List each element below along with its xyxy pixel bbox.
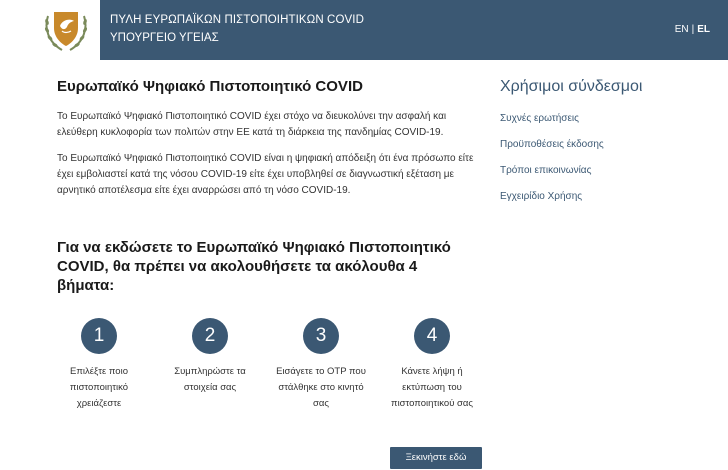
step-description: Εισάγετε το OTP που στάλθηκε στο κινητό … <box>276 366 366 409</box>
useful-links-title: Χρήσιμοι σύνδεσμοι <box>500 78 643 95</box>
step-number-badge: 4 <box>414 318 450 354</box>
language-en-link[interactable]: EN <box>675 24 689 35</box>
page-title: Ευρωπαϊκό Ψηφιακό Πιστοποιητικό COVID <box>57 78 363 95</box>
step-number-badge: 3 <box>303 318 339 354</box>
steps-heading: Για να εκδώσετε το Ευρωπαϊκό Ψηφιακό Πισ… <box>57 239 451 294</box>
cyprus-coat-of-arms-icon[interactable] <box>40 6 92 54</box>
sidebar-link-contact[interactable]: Τρόποι επικοινωνίας <box>500 165 591 176</box>
step-4: 4 Κάνετε λήψη ή εκτύπωση του πιστοποιητι… <box>387 318 477 412</box>
intro-paragraph-2: Το Ευρωπαϊκό Ψηφιακό Πιστοποιητικό COVID… <box>57 153 474 196</box>
step-2: 2 Συμπληρώστε τα στοιχεία σας <box>165 318 255 396</box>
ministry-name: ΥΠΟΥΡΓΕΙΟ ΥΓΕΙΑΣ <box>110 32 219 44</box>
step-1: 1 Επιλέξτε ποιο πιστοποιητικό χρειάζεστε <box>54 318 144 412</box>
sidebar-link-faq[interactable]: Συχνές ερωτήσεις <box>500 113 579 124</box>
step-3: 3 Εισάγετε το OTP που στάλθηκε στο κινητ… <box>276 318 366 412</box>
sidebar-link-requirements[interactable]: Προϋποθέσεις έκδοσης <box>500 139 604 150</box>
start-here-button[interactable]: Ξεκινήστε εδώ <box>390 447 482 469</box>
site-header: ΠΥΛΗ ΕΥΡΩΠΑΪΚΩΝ ΠΙΣΤΟΠΟΙΗΤΙΚΩΝ COVID ΥΠΟ… <box>0 0 728 60</box>
step-description: Συμπληρώστε τα στοιχεία σας <box>174 366 246 393</box>
intro-paragraph-1: Το Ευρωπαϊκό Ψηφιακό Πιστοποιητικό COVID… <box>57 111 447 138</box>
portal-title: ΠΥΛΗ ΕΥΡΩΠΑΪΚΩΝ ΠΙΣΤΟΠΟΙΗΤΙΚΩΝ COVID <box>110 14 364 26</box>
step-number-badge: 1 <box>81 318 117 354</box>
step-description: Επιλέξτε ποιο πιστοποιητικό χρειάζεστε <box>69 366 129 409</box>
language-switcher: EN | EL <box>675 24 710 35</box>
language-separator: | <box>691 24 695 35</box>
logo-area <box>0 0 100 60</box>
step-description: Κάνετε λήψη ή εκτύπωση του πιστοποιητικο… <box>391 366 473 409</box>
sidebar-link-user-manual[interactable]: Εγχειρίδιο Χρήσης <box>500 191 582 202</box>
step-number-badge: 2 <box>192 318 228 354</box>
language-el-link[interactable]: EL <box>697 24 710 35</box>
